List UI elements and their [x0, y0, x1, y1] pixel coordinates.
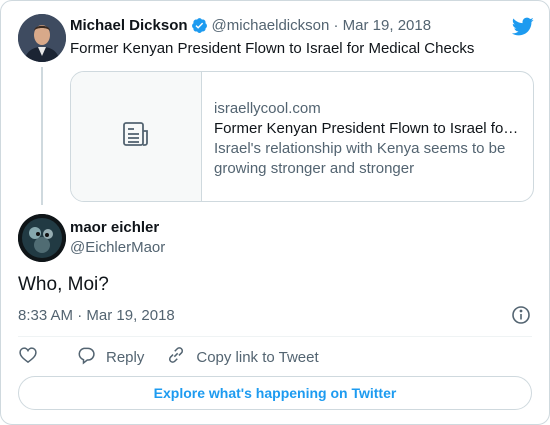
copy-link-button[interactable]: Copy link to Tweet	[166, 345, 319, 369]
heart-icon	[18, 345, 48, 369]
like-button[interactable]	[18, 345, 48, 369]
author-name[interactable]: Michael Dickson	[70, 17, 188, 34]
reply-button[interactable]: Reply	[76, 345, 144, 369]
tweet-timestamp[interactable]: 8:33 AM · Mar 19, 2018	[18, 307, 175, 324]
link-preview-card[interactable]: israellycool.com Former Kenyan President…	[70, 71, 534, 202]
tweet-time[interactable]: 8:33 AM	[18, 307, 73, 324]
avatar[interactable]	[18, 14, 66, 62]
link-icon	[166, 345, 196, 369]
reply-bubble-icon	[76, 345, 106, 369]
thread-connector-line	[41, 67, 43, 205]
twitter-bird-icon[interactable]	[511, 15, 534, 38]
verified-badge-icon	[191, 17, 208, 34]
link-thumbnail	[71, 72, 202, 201]
reply-avatar[interactable]	[18, 214, 66, 262]
separator-dot: ·	[333, 17, 339, 34]
reply-tweet-text: Who, Moi?	[18, 274, 109, 295]
quoted-tweet-text: Former Kenyan President Flown to Israel …	[70, 40, 475, 57]
document-icon	[121, 119, 151, 154]
link-description: Israel's relationship with Kenya seems t…	[214, 140, 506, 177]
link-domain: israellycool.com	[214, 100, 321, 117]
quoted-tweet-header: Michael Dickson @michaeldickson · Mar 19…	[70, 17, 431, 34]
divider	[18, 336, 532, 337]
copy-link-label: Copy link to Tweet	[196, 348, 319, 366]
tweet-actions: Reply Copy link to Tweet	[18, 345, 341, 369]
info-icon[interactable]	[511, 305, 531, 325]
reply-label: Reply	[106, 348, 145, 366]
tweet-date[interactable]: Mar 19, 2018	[343, 17, 431, 34]
reply-author-handle[interactable]: @EichlerMaor	[70, 239, 165, 256]
explore-twitter-button[interactable]: Explore what's happening on Twitter	[18, 376, 532, 410]
reply-author-name[interactable]: maor eichler	[70, 219, 159, 236]
link-title: Former Kenyan President Flown to Israel …	[214, 120, 522, 137]
author-handle[interactable]: @michaeldickson	[212, 17, 330, 34]
tweet-embed-card: Michael Dickson @michaeldickson · Mar 19…	[0, 0, 550, 425]
separator-dot: ·	[77, 307, 83, 324]
tweet-date[interactable]: Mar 19, 2018	[86, 307, 174, 324]
